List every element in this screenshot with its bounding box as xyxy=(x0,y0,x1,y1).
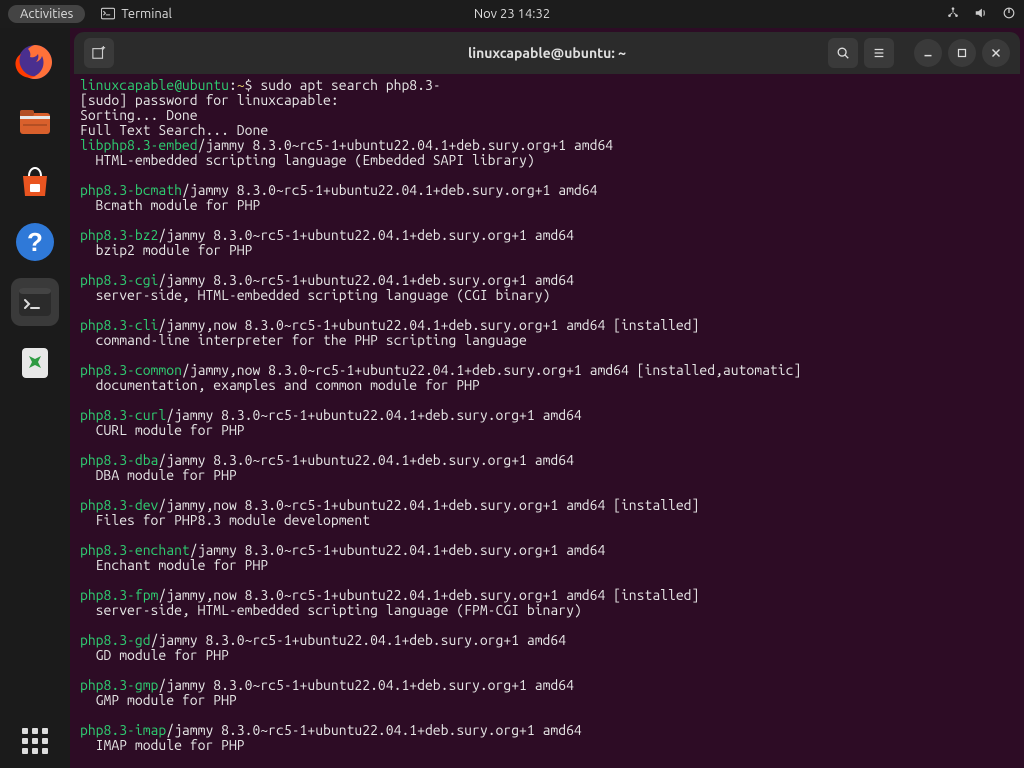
svg-text:?: ? xyxy=(27,227,43,257)
gnome-topbar: Activities Terminal Nov 23 14:32 xyxy=(0,0,1024,28)
window-titlebar: linuxcapable@ubuntu: ~ xyxy=(74,32,1020,74)
shopping-bag-icon xyxy=(15,162,55,202)
hamburger-menu-button[interactable] xyxy=(864,38,894,68)
firefox-icon xyxy=(15,42,55,82)
minimize-button[interactable] xyxy=(914,39,942,67)
new-tab-icon xyxy=(92,46,106,60)
gnome-dock: ? xyxy=(0,28,70,768)
close-button[interactable] xyxy=(982,39,1010,67)
dock-files[interactable] xyxy=(11,98,59,146)
maximize-icon xyxy=(955,46,969,60)
window-title: linuxcapable@ubuntu: ~ xyxy=(468,45,626,61)
terminal-window: linuxcapable@ubuntu: ~ linuxcapable@ubun… xyxy=(74,32,1020,768)
network-icon[interactable] xyxy=(946,6,960,23)
activities-button[interactable]: Activities xyxy=(8,5,85,23)
dock-firefox[interactable] xyxy=(11,38,59,86)
terminal-app-icon xyxy=(16,283,54,321)
topbar-clock[interactable]: Nov 23 14:32 xyxy=(474,7,550,21)
close-icon xyxy=(989,46,1003,60)
maximize-button[interactable] xyxy=(948,39,976,67)
new-tab-button[interactable] xyxy=(84,38,114,68)
terminal-body[interactable]: linuxcapable@ubuntu:~$ sudo apt search p… xyxy=(74,74,1020,768)
dock-help[interactable]: ? xyxy=(11,218,59,266)
volume-icon[interactable] xyxy=(974,6,988,23)
search-icon xyxy=(836,46,850,60)
dock-software[interactable] xyxy=(11,158,59,206)
files-icon xyxy=(15,102,55,142)
search-button[interactable] xyxy=(828,38,858,68)
topbar-app-label: Terminal xyxy=(121,7,172,21)
minimize-icon xyxy=(921,46,935,60)
dock-trash[interactable] xyxy=(11,338,59,386)
dock-show-apps[interactable] xyxy=(22,728,48,754)
terminal-icon xyxy=(101,7,115,21)
trash-icon xyxy=(15,342,55,382)
topbar-app-indicator[interactable]: Terminal xyxy=(101,7,172,21)
help-icon: ? xyxy=(14,221,56,263)
dock-terminal[interactable] xyxy=(11,278,59,326)
hamburger-icon xyxy=(872,46,886,60)
power-icon[interactable] xyxy=(1002,6,1016,23)
